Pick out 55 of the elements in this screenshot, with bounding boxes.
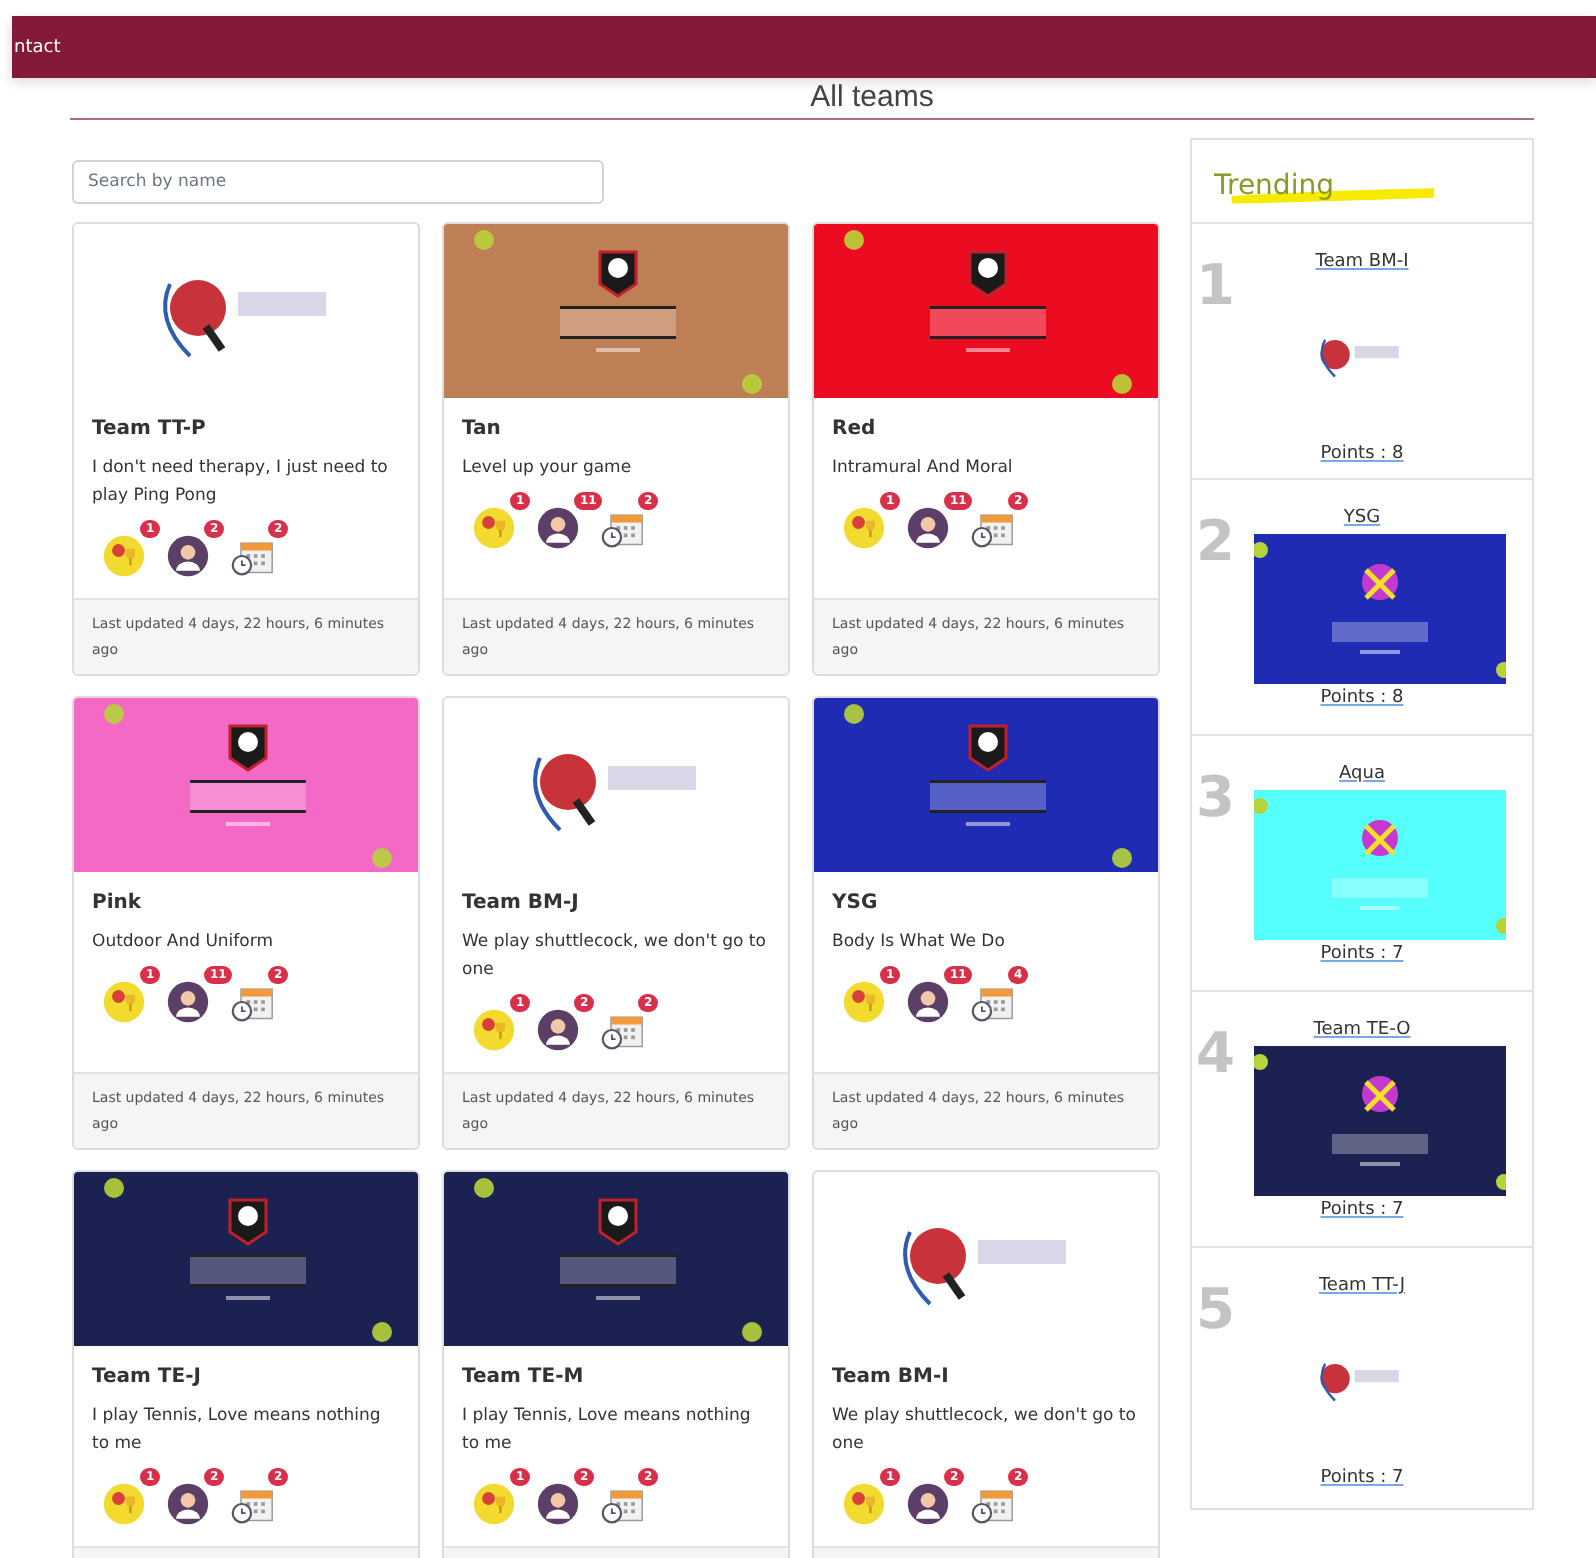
trophy-icon — [842, 980, 886, 1024]
trophy-icon — [102, 534, 146, 578]
person-icon — [166, 534, 210, 578]
team-link[interactable]: Team TT-J — [1318, 1276, 1406, 1296]
team-description: We play shuttlecock, we don't go to one — [832, 1404, 1138, 1458]
team-name: Team TE-J — [92, 1366, 203, 1388]
team-name: YSG — [832, 892, 880, 914]
team-name: Team TT-P — [92, 418, 208, 440]
team-description: I don't need therapy, I just need to play Ping Pong — [92, 456, 390, 510]
panel-title: Trending — [1214, 170, 1334, 202]
points-link[interactable]: Points : 8 — [1320, 688, 1404, 708]
person-icon — [536, 1008, 580, 1052]
person-icon — [166, 1482, 210, 1526]
team-name: Team BM-J — [462, 892, 581, 914]
person-icon — [536, 506, 580, 550]
rank-number: 4 — [1196, 1024, 1235, 1084]
rank-number: 2 — [1196, 512, 1235, 572]
trophy-icon — [472, 506, 516, 550]
trophy-icon — [842, 506, 886, 550]
search-field[interactable]: Search by name — [72, 160, 604, 204]
trophy-icon — [472, 1482, 516, 1526]
trophy-icon — [102, 1482, 146, 1526]
points-link[interactable]: Points : 8 — [1320, 444, 1404, 464]
team-description: Intramural And Moral — [832, 456, 1015, 482]
points-link[interactable]: Points : 7 — [1320, 944, 1404, 964]
trophy-icon — [102, 980, 146, 1024]
trophy-icon — [472, 1008, 516, 1052]
team-link[interactable]: Team TE-O — [1313, 1020, 1411, 1040]
person-icon — [906, 980, 950, 1024]
team-name: Team TE-M — [462, 1366, 586, 1388]
person-icon — [906, 506, 950, 550]
team-name: Team BM-I — [832, 1366, 951, 1388]
person-icon — [166, 980, 210, 1024]
team-link[interactable]: Aqua — [1339, 764, 1385, 784]
rank-number: 1 — [1196, 256, 1235, 316]
points-link[interactable]: Points : 7 — [1320, 1200, 1404, 1220]
page-heading: All teams — [808, 80, 936, 116]
team-description: I play Tennis, Love means nothing to me — [92, 1404, 383, 1458]
points-link[interactable]: Points : 7 — [1320, 1468, 1404, 1488]
team-name: Pink — [92, 892, 144, 914]
rank-number: 5 — [1196, 1280, 1235, 1340]
rank-number: 3 — [1196, 768, 1235, 828]
person-icon — [536, 1482, 580, 1526]
nav-link[interactable]: ntact — [14, 37, 61, 57]
team-link[interactable]: YSG — [1343, 508, 1381, 528]
team-link[interactable]: Team BM-I — [1315, 252, 1409, 272]
team-description: Body Is What We Do — [832, 930, 1007, 956]
trophy-icon — [842, 1482, 886, 1526]
team-description: I play Tennis, Love means nothing to me — [462, 1404, 753, 1458]
team-description: Outdoor And Uniform — [92, 930, 275, 956]
team-name: Tan — [462, 418, 503, 440]
team-description: We play shuttlecock, we don't go to one — [462, 930, 768, 984]
team-name: Red — [832, 418, 878, 440]
person-icon — [906, 1482, 950, 1526]
team-description: Level up your game — [462, 456, 634, 482]
